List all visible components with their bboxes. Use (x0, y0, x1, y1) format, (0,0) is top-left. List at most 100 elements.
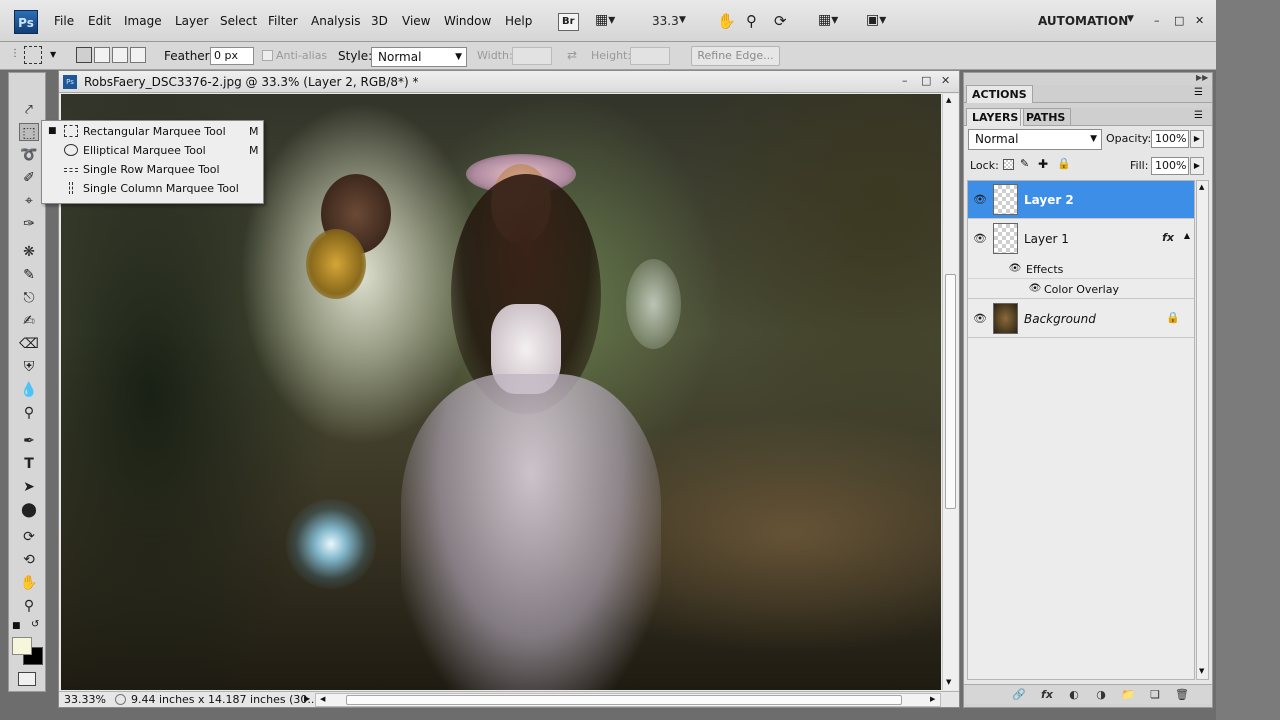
adjustment-layer-icon[interactable]: ◑ (1094, 688, 1108, 701)
quick-selection-tool-icon[interactable]: ✐ (19, 169, 39, 187)
dodge-tool-icon[interactable]: ⚲ (19, 404, 39, 422)
pen-tool-icon[interactable]: ✒ (19, 432, 39, 450)
paint-bucket-icon[interactable]: ⛨ (19, 358, 39, 376)
effects-eye-icon[interactable]: 👁 (1008, 263, 1022, 274)
scroll-left-icon[interactable]: ◀ (320, 695, 325, 703)
menu-image[interactable]: Image (124, 14, 162, 28)
anti-alias-checkbox[interactable] (262, 50, 273, 61)
preset-dropdown-icon[interactable]: ▼ (50, 50, 56, 59)
3d-orbit-icon[interactable]: ⟲ (19, 551, 39, 569)
workspace-switcher[interactable]: AUTOMATION (1038, 14, 1128, 28)
hand-tool-icon[interactable]: ✋ (19, 574, 39, 592)
arrange-documents-icon[interactable]: ▦▾ (818, 12, 838, 32)
swap-colors-icon[interactable]: ↺ (31, 619, 39, 630)
close-icon[interactable]: ✕ (1195, 14, 1204, 27)
brush-tool-icon[interactable]: ✎ (19, 266, 39, 284)
foreground-color-swatch[interactable] (12, 637, 32, 655)
launch-bridge-button[interactable]: Br (558, 13, 579, 31)
eraser-tool-icon[interactable]: ⌫ (19, 335, 39, 353)
fill-arrow-icon[interactable]: ▶ (1190, 157, 1204, 175)
menu-layer[interactable]: Layer (175, 14, 208, 28)
new-selection-icon[interactable] (76, 47, 92, 63)
menu-filter[interactable]: Filter (268, 14, 298, 28)
doc-close-icon[interactable]: ✕ (941, 74, 950, 87)
layers-panel-menu-icon[interactable]: ☰ (1194, 110, 1203, 121)
default-colors-icon[interactable]: ■ (12, 621, 21, 631)
flyout-item-rectangular-marquee[interactable]: ■ Rectangular Marquee Tool M (42, 122, 263, 141)
horizontal-scrollbar[interactable]: ◀ ▶ (315, 693, 941, 707)
collapse-panels-icon[interactable]: ▶▶ (1196, 73, 1208, 82)
color-overlay-eye-icon[interactable]: 👁 (1028, 283, 1042, 294)
refine-edge-button[interactable]: Refine Edge... (691, 46, 780, 66)
scroll-down-icon[interactable]: ▼ (946, 678, 951, 686)
layer-row-background[interactable]: 👁 Background 🔒 (968, 300, 1194, 338)
blend-mode-select[interactable]: Normal ▼ (968, 129, 1102, 150)
tab-layers[interactable]: LAYERS (966, 108, 1025, 126)
eye-icon[interactable]: 👁 (973, 193, 987, 206)
feather-input[interactable]: 0 px (210, 47, 254, 65)
height-input[interactable] (630, 47, 670, 65)
subtract-from-selection-icon[interactable] (112, 47, 128, 63)
type-tool-icon[interactable]: T (19, 455, 39, 473)
layer-row-layer-2[interactable]: 👁 Layer 2 (968, 181, 1194, 219)
crop-tool-icon[interactable]: ⌖ (19, 192, 39, 210)
new-group-icon[interactable]: 📁 (1121, 688, 1135, 701)
add-mask-icon[interactable]: ◐ (1067, 688, 1081, 701)
tab-actions[interactable]: ACTIONS (966, 85, 1033, 103)
menu-analysis[interactable]: Analysis (311, 14, 360, 28)
status-menu-icon[interactable] (115, 694, 126, 705)
eyedropper-tool-icon[interactable]: ✑ (19, 215, 39, 233)
menu-help[interactable]: Help (505, 14, 532, 28)
ellipse-shape-icon[interactable]: ⬤ (19, 501, 39, 519)
style-select[interactable]: Normal ▼ (371, 47, 467, 67)
add-to-selection-icon[interactable] (94, 47, 110, 63)
workspace-dropdown-icon[interactable]: ▼ (1127, 14, 1134, 24)
screen-mode-icon[interactable]: ▣▾ (866, 12, 886, 32)
scroll-right-icon[interactable]: ▶ (930, 695, 935, 703)
flyout-item-elliptical-marquee[interactable]: Elliptical Marquee Tool M (42, 141, 263, 160)
eye-icon[interactable]: 👁 (973, 312, 987, 325)
status-arrow-icon[interactable]: ▶ (304, 694, 310, 703)
effects-row[interactable]: 👁 Effects (968, 260, 1194, 279)
eye-icon[interactable]: 👁 (973, 232, 987, 245)
zoom-dropdown-icon[interactable]: ▼ (679, 15, 686, 35)
add-style-icon[interactable]: fx (1040, 688, 1054, 701)
doc-maximize-icon[interactable]: □ (921, 74, 931, 87)
menu-select[interactable]: Select (220, 14, 257, 28)
delete-layer-icon[interactable]: 🗑 (1175, 688, 1189, 701)
color-overlay-row[interactable]: 👁 Color Overlay (968, 280, 1194, 299)
intersect-selection-icon[interactable] (130, 47, 146, 63)
layers-scrollbar[interactable]: ▲ ▼ (1196, 180, 1209, 680)
menu-edit[interactable]: Edit (88, 14, 111, 28)
menu-window[interactable]: Window (444, 14, 491, 28)
menu-view[interactable]: View (402, 14, 430, 28)
scroll-up-icon[interactable]: ▲ (946, 96, 951, 104)
lock-image-icon[interactable]: ✎ (1020, 157, 1029, 170)
quick-mask-icon[interactable] (18, 672, 36, 686)
clone-stamp-icon[interactable]: ⎋ (19, 289, 39, 307)
menu-file[interactable]: File (54, 14, 74, 28)
marquee-preset-icon[interactable] (24, 46, 42, 64)
panel-menu-icon[interactable]: ☰ (1194, 87, 1203, 98)
path-selection-icon[interactable]: ➤ (19, 478, 39, 496)
width-input[interactable] (512, 47, 552, 65)
opacity-arrow-icon[interactable]: ▶ (1190, 130, 1204, 148)
zoom-field[interactable]: 33.33% (61, 693, 111, 707)
menu-3d[interactable]: 3D (371, 14, 388, 28)
rectangular-marquee-tool-icon[interactable]: ⬚ (19, 123, 39, 141)
move-tool-icon[interactable]: ⤤ (19, 101, 39, 119)
zoom-tool-icon[interactable]: ⚲ (19, 597, 39, 615)
layer-row-layer-1[interactable]: 👁 Layer 1 fx ▲ (968, 220, 1194, 258)
layer-effects-badge[interactable]: fx (1162, 231, 1174, 244)
flyout-item-single-column-marquee[interactable]: Single Column Marquee Tool (42, 179, 263, 198)
minimize-icon[interactable]: – (1154, 14, 1160, 27)
fill-input[interactable]: 100% (1151, 157, 1189, 175)
opacity-input[interactable]: 100% (1151, 130, 1189, 148)
new-layer-icon[interactable]: ❏ (1148, 688, 1162, 701)
vertical-scrollbar[interactable]: ▲ ▼ (942, 94, 958, 690)
expand-effects-icon[interactable]: ▲ (1184, 231, 1190, 240)
zoom-tool-icon[interactable]: ⚲ (746, 12, 757, 32)
lasso-tool-icon[interactable]: ➰ (19, 146, 39, 164)
lock-all-icon[interactable]: 🔒 (1057, 157, 1071, 170)
link-layers-icon[interactable]: 🔗 (1012, 688, 1026, 701)
